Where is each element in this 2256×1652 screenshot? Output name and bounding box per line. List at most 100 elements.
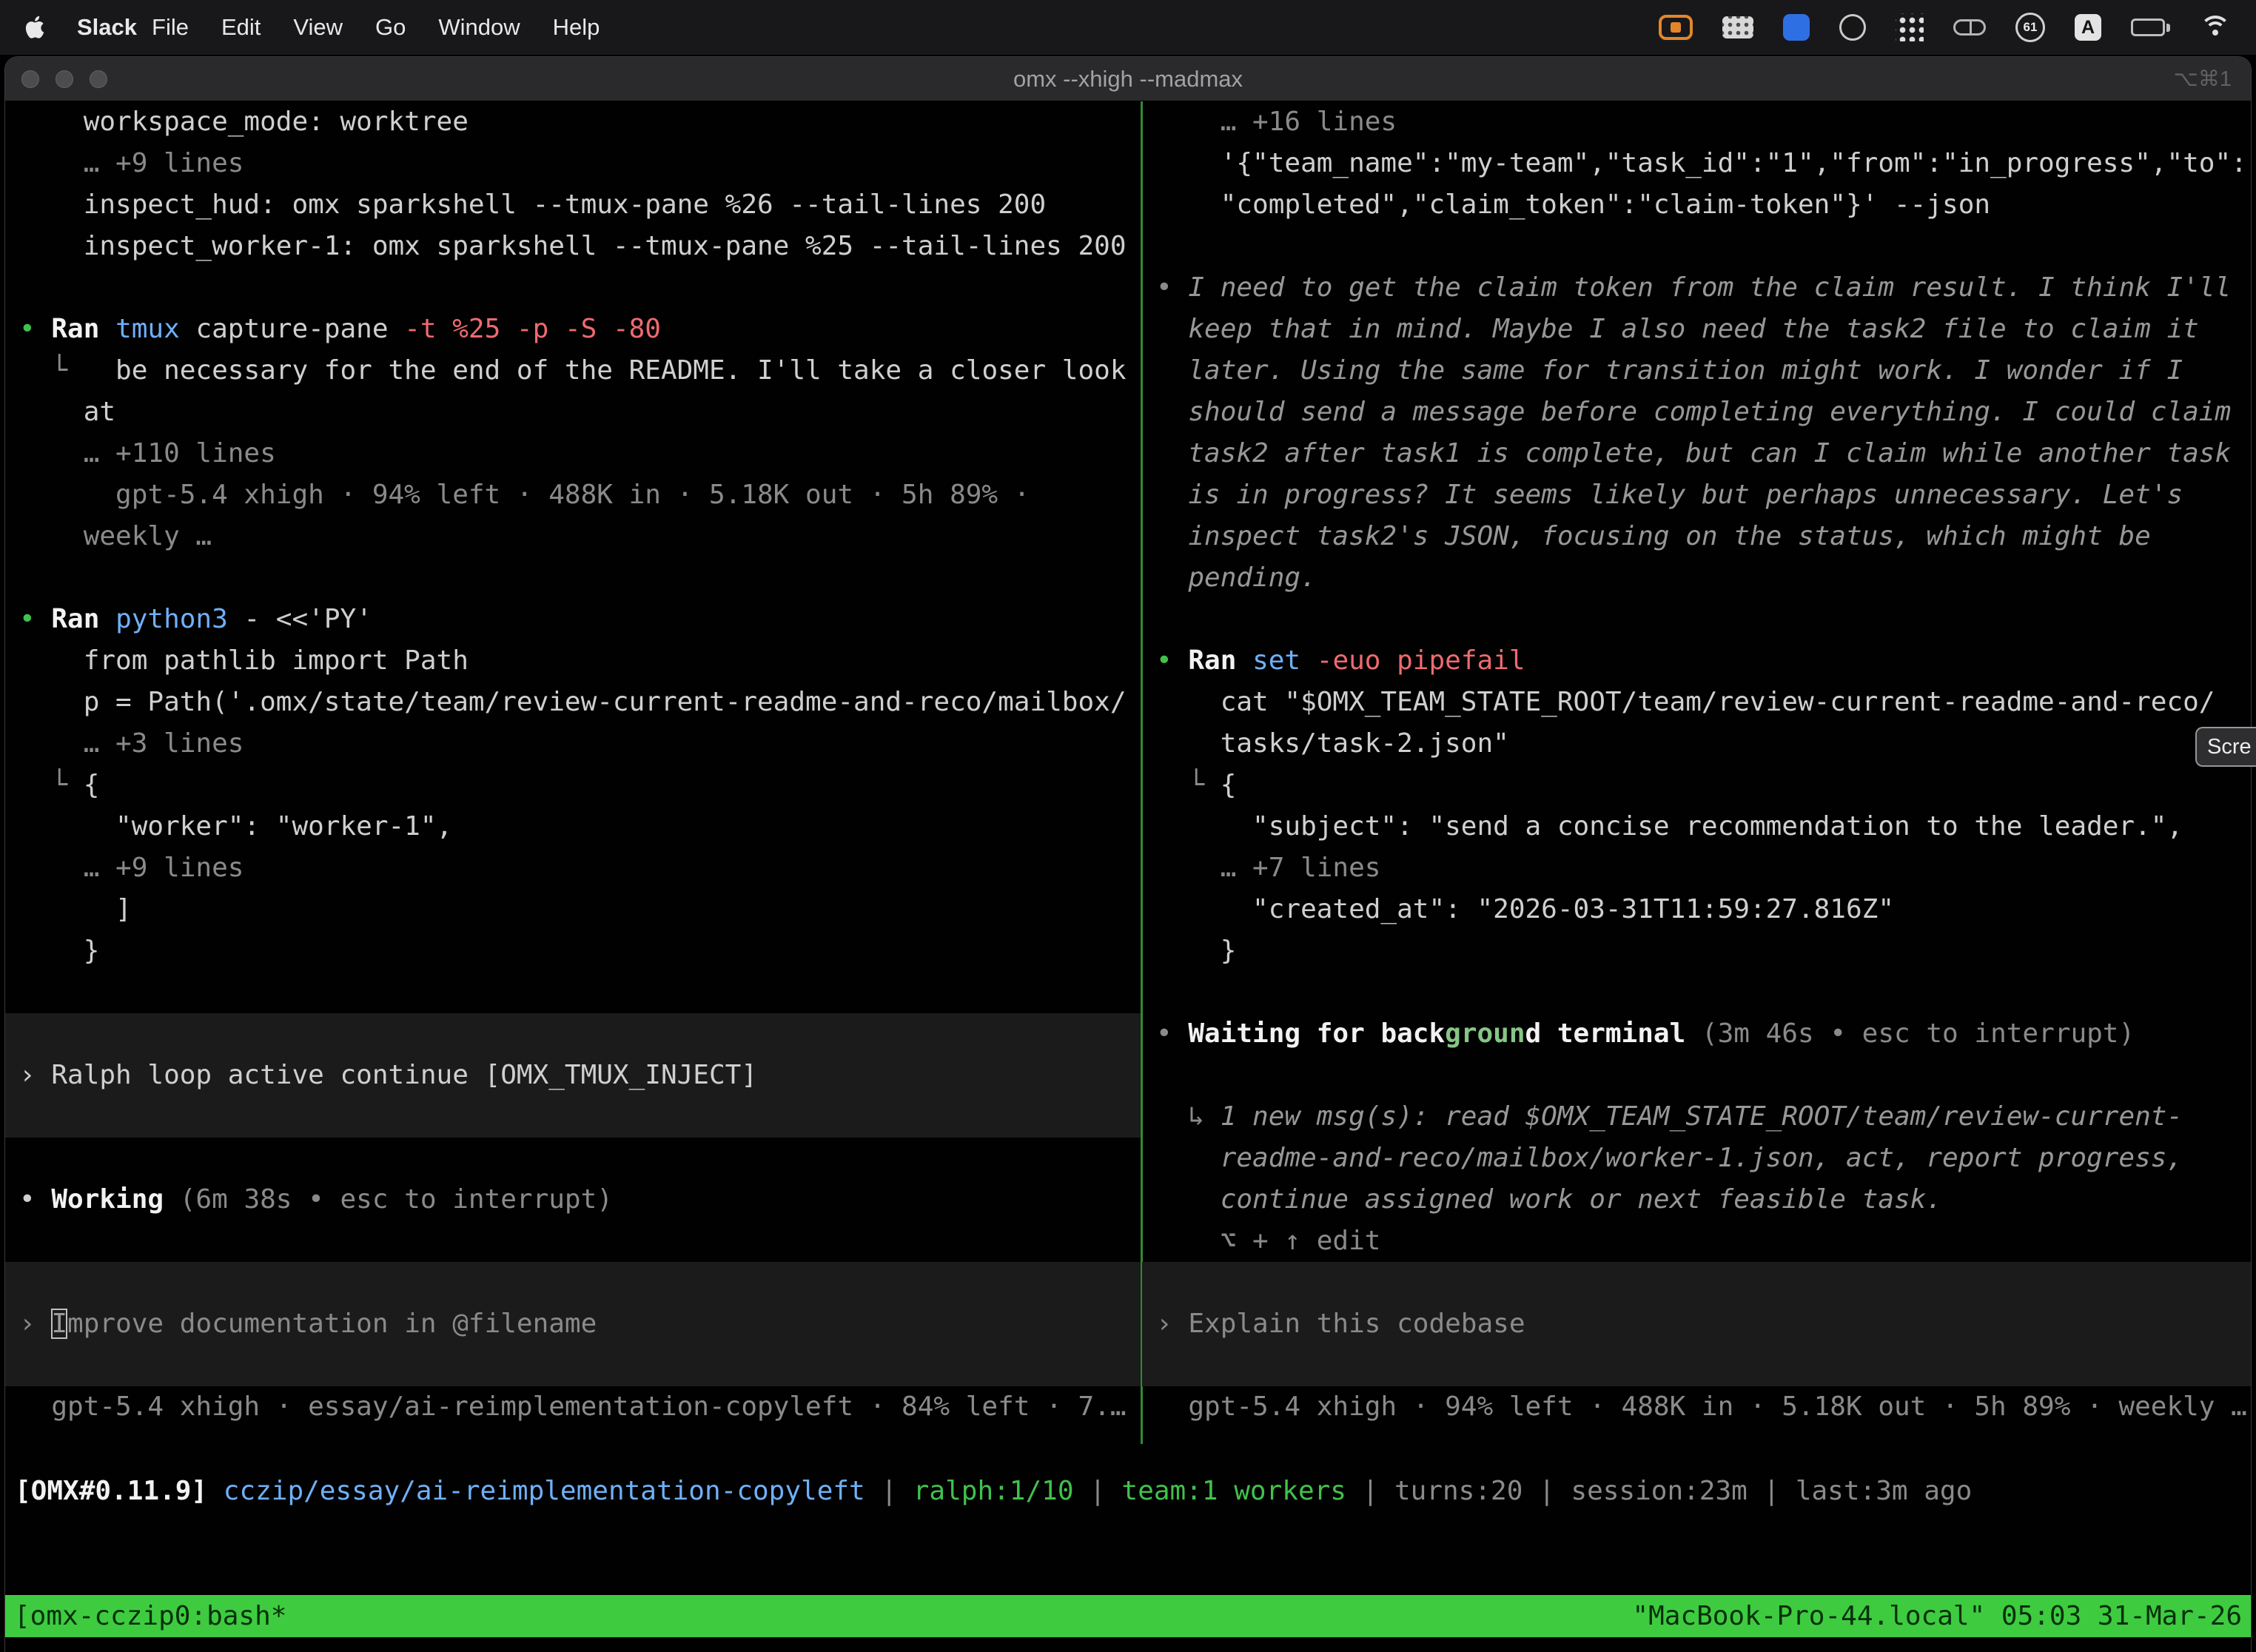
tmux-session-label: [omx-cczip0:bash* xyxy=(14,1601,286,1631)
term-segment: should send a message before completing … xyxy=(1156,397,2231,427)
terminal-line: ↳ 1 new msg(s): read $OMX_TEAM_STATE_ROO… xyxy=(1156,1096,2251,1138)
terminal-line: '{"team_name":"my-team","task_id":"1","f… xyxy=(1156,143,2251,184)
dark-circle-app-icon[interactable] xyxy=(1839,14,1866,41)
term-segment: gpt-5.4 xhigh · essay/ai-reimplementatio… xyxy=(19,1391,1127,1422)
terminal-line: inspect task2's JSON, focusing on the st… xyxy=(1156,516,2251,557)
terminal-line: … +9 lines xyxy=(19,143,1141,184)
term-segment: keep that in mind. Maybe I also need the… xyxy=(1156,314,2199,344)
terminal-line: • I need to get the claim token from the… xyxy=(1156,267,2251,309)
term-segment: "subject": "send a concise recommendatio… xyxy=(1156,811,2183,842)
terminal-line: … +7 lines xyxy=(1156,847,2251,889)
term-segment: pending. xyxy=(1156,563,1317,593)
term-segment: … +7 lines xyxy=(1156,853,1380,883)
term-segment: • xyxy=(19,604,51,634)
prompt-suggestion-band[interactable]: › Explain this codebase xyxy=(1142,1262,2251,1386)
blue-app-icon[interactable] xyxy=(1783,14,1810,41)
apple-menu-icon[interactable] xyxy=(25,13,50,42)
term-segment: continue assigned work or next feasible … xyxy=(1156,1184,1942,1215)
close-button[interactable] xyxy=(21,70,39,88)
terminal-window: omx --xhigh --madmax ⌥⌘1 workspace_mode:… xyxy=(4,56,2252,1652)
overlay-text: Scre xyxy=(2207,735,2252,759)
minimize-button[interactable] xyxy=(56,70,73,88)
term-segment: gpt-5.4 xhigh · 94% left · 488K in · 5.1… xyxy=(19,480,1030,510)
term-segment: | turns:20 | session:23m | last:3m ago xyxy=(1346,1476,1972,1506)
term-segment: tmux xyxy=(115,314,180,344)
menu-edit[interactable]: Edit xyxy=(221,14,261,41)
term-segment: └ xyxy=(19,770,84,800)
menu-go[interactable]: Go xyxy=(375,14,406,41)
pill-icon[interactable] xyxy=(1953,19,1986,36)
screen-recording-indicator-icon[interactable] xyxy=(1659,15,1693,40)
terminal-line: workspace_mode: worktree xyxy=(19,101,1141,143)
window-titlebar[interactable]: omx --xhigh --madmax ⌥⌘1 xyxy=(5,57,2251,101)
zoom-button[interactable] xyxy=(90,70,107,88)
terminal-line: "created_at": "2026-03-31T11:59:27.816Z" xyxy=(1156,889,2251,930)
term-segment: ⌥ + ↑ edit xyxy=(1156,1226,1380,1256)
keyboard-grid-icon[interactable] xyxy=(1722,16,1753,38)
term-segment: › Ralph loop active continue [OMX_TMUX_I… xyxy=(19,1060,757,1090)
terminal-line: p = Path('.omx/state/team/review-current… xyxy=(19,682,1141,723)
terminal-line xyxy=(19,972,1141,1013)
term-segment: from pathlib import Path xyxy=(19,645,469,676)
menu-window[interactable]: Window xyxy=(438,14,520,41)
tmux-status-bar: [omx-cczip0:bash* "MacBook-Pro-44.local"… xyxy=(5,1595,2251,1637)
input-source-icon[interactable]: A xyxy=(2075,14,2101,41)
term-segment: be necessary for the end of the README. … xyxy=(84,355,1127,386)
term-segment: '{"team_name":"my-team","task_id":"1","f… xyxy=(1156,148,2251,178)
term-segment: later. Using the same for transition mig… xyxy=(1156,355,2183,386)
menu-view[interactable]: View xyxy=(293,14,343,41)
terminal-line xyxy=(19,1138,1141,1179)
term-segment: - <<'PY' xyxy=(228,604,372,634)
term-segment: inspect task2's JSON, focusing on the st… xyxy=(1156,521,2151,551)
tmux-host-clock: "MacBook-Pro-44.local" 05:03 31-Mar-26 xyxy=(1632,1601,2242,1631)
term-segment: set xyxy=(1252,645,1317,676)
term-segment: … +9 lines xyxy=(19,148,244,178)
terminal-line: gpt-5.4 xhigh · 94% left · 488K in · 5.1… xyxy=(19,474,1141,516)
tmux-pane-right[interactable]: … +16 lines '{"team_name":"my-team","tas… xyxy=(1142,101,2251,1434)
terminal-line: later. Using the same for transition mig… xyxy=(1156,350,2251,392)
term-segment: task2 after task1 is complete, but can I… xyxy=(1156,438,2231,469)
screen-notification-overlay[interactable]: Scre xyxy=(2195,727,2256,767)
term-segment: • xyxy=(19,314,51,344)
term-segment: … +110 lines xyxy=(19,438,276,469)
terminal-line: continue assigned work or next feasible … xyxy=(1156,1179,2251,1220)
prompt-suggestion[interactable]: › Explain this codebase xyxy=(1156,1303,2251,1345)
term-segment: "worker": "worker-1", xyxy=(19,811,452,842)
terminal-line: "worker": "worker-1", xyxy=(19,806,1141,847)
term-segment: Ran xyxy=(1188,645,1252,676)
term-segment: • xyxy=(19,1184,51,1215)
term-segment: 1 new msg(s): read $OMX_TEAM_STATE_ROOT/… xyxy=(1221,1101,2183,1132)
term-segment: ↳ xyxy=(1156,1101,1221,1132)
term-segment: ralph:1/10 xyxy=(913,1476,1074,1506)
term-segment: { xyxy=(84,770,100,800)
terminal-line: task2 after task1 is complete, but can I… xyxy=(1156,433,2251,474)
terminal-line: should send a message before completing … xyxy=(1156,392,2251,433)
term-segment: (3m 46s • esc to interrupt) xyxy=(1685,1018,2135,1049)
terminal-line: • Waiting for background terminal (3m 46… xyxy=(1156,1013,2251,1055)
terminal-line xyxy=(19,1220,1141,1262)
terminal-line: } xyxy=(1156,930,2251,972)
prompt-input-band[interactable]: › Improve documentation in @filename xyxy=(5,1262,1141,1386)
term-segment: gpt-5.4 xhigh · 94% left · 488K in · 5.1… xyxy=(1156,1391,2247,1422)
term-segment: › Explain this codebase xyxy=(1156,1309,1525,1339)
menu-help[interactable]: Help xyxy=(553,14,600,41)
terminal-line: ] xyxy=(19,889,1141,930)
prompt-input[interactable]: › Improve documentation in @filename xyxy=(19,1303,1141,1345)
term-segment: readme-and-reco/mailbox/worker-1.json, a… xyxy=(1156,1143,2183,1173)
dots-grid-icon[interactable] xyxy=(1896,13,1924,41)
term-segment: cat "$OMX_TEAM_STATE_ROOT/team/review-cu… xyxy=(1156,687,2215,717)
terminal-line xyxy=(19,267,1141,309)
app-menu-title[interactable]: Slack xyxy=(77,14,137,41)
tmux-pane-left[interactable]: workspace_mode: worktree … +9 lines insp… xyxy=(5,101,1141,1434)
term-segment: • xyxy=(1156,1018,1188,1049)
battery-percent-badge[interactable]: 61 xyxy=(2015,13,2045,42)
terminal-line: keep that in mind. Maybe I also need the… xyxy=(1156,309,2251,350)
term-segment: I xyxy=(51,1309,67,1339)
term-segment: python3 xyxy=(115,604,228,634)
term-segment: I need to get the claim token from the c… xyxy=(1188,272,2231,303)
menu-file[interactable]: File xyxy=(152,14,189,41)
wifi-icon[interactable] xyxy=(2200,16,2231,39)
terminal-line: readme-and-reco/mailbox/worker-1.json, a… xyxy=(1156,1138,2251,1179)
terminal-line: inspect_worker-1: omx sparkshell --tmux-… xyxy=(19,226,1141,267)
battery-icon[interactable] xyxy=(2131,19,2170,36)
